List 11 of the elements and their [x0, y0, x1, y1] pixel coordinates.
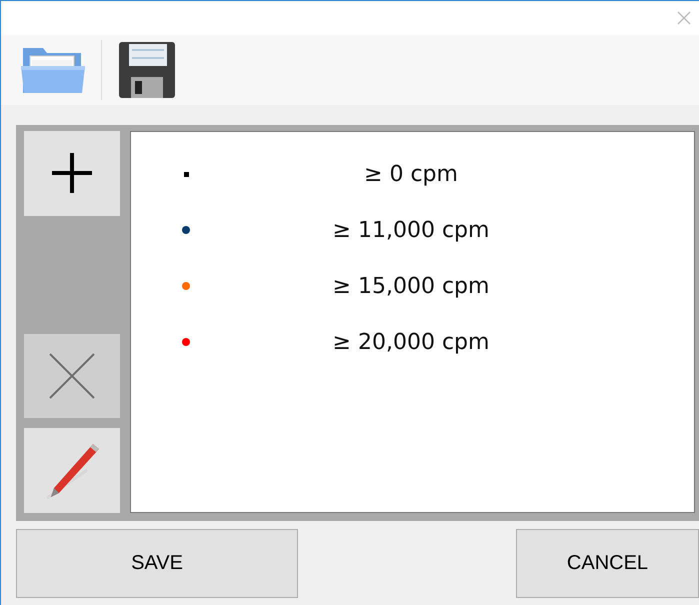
- save-button[interactable]: SAVE: [16, 529, 298, 598]
- threshold-label[interactable]: ≥ 0 cpm: [271, 162, 551, 186]
- threshold-label[interactable]: ≥ 15,000 cpm: [271, 274, 551, 298]
- threshold-label[interactable]: ≥ 20,000 cpm: [271, 330, 551, 354]
- close-icon[interactable]: [677, 11, 691, 25]
- plus-icon: [50, 151, 94, 196]
- close-icon: [48, 352, 96, 400]
- add-button[interactable]: [24, 131, 120, 216]
- cancel-button[interactable]: CANCEL: [516, 529, 699, 598]
- threshold-label[interactable]: ≥ 11,000 cpm: [271, 218, 551, 242]
- edit-button[interactable]: [24, 428, 120, 514]
